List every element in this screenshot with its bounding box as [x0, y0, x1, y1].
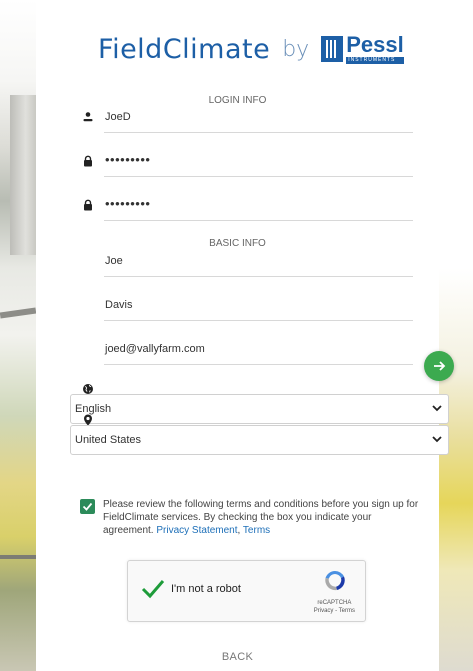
pessl-logo-icon [321, 36, 344, 62]
recaptcha-label: I'm not a robot [171, 583, 241, 595]
logo-pessl: Pessl INSTRUMENTS [321, 34, 404, 64]
back-button[interactable]: BACK [36, 651, 439, 663]
first-name-value: Joe [105, 255, 123, 267]
checkmark-icon [82, 502, 93, 511]
logo-fieldclimate: FieldClimate [98, 33, 271, 65]
country-select[interactable]: United States [70, 425, 449, 455]
registration-card: FieldClimate by Pessl INSTRUMENTS LOGIN … [36, 0, 449, 671]
confirm-password-value: ••••••••• [105, 196, 151, 211]
recaptcha-links[interactable]: Privacy - Terms [314, 607, 355, 615]
background-image-left [0, 0, 37, 671]
pessl-name: Pessl [346, 32, 404, 57]
recaptcha-brand: reCAPTCHA [317, 600, 352, 606]
checkmark-icon [141, 580, 165, 599]
logo-by: by [282, 36, 310, 62]
language-select[interactable]: English [70, 394, 449, 424]
user-icon [83, 112, 93, 122]
username-value: JoeD [105, 111, 131, 123]
username-field[interactable]: JoeD [83, 102, 413, 133]
terms-separator: , [237, 525, 241, 536]
chevron-down-icon [432, 405, 442, 412]
password-value: ••••••••• [105, 152, 151, 167]
chevron-down-icon [432, 436, 442, 443]
arrow-right-icon [434, 361, 446, 371]
recaptcha-icon [325, 570, 345, 591]
background-image-right [439, 0, 473, 671]
email-field[interactable]: joed@vallyfarm.com [104, 334, 413, 365]
lock-icon [84, 199, 92, 211]
recaptcha-widget[interactable]: I'm not a robot reCAPTCHA Privacy - Term… [127, 560, 366, 622]
last-name-field[interactable]: Davis [104, 290, 413, 321]
first-name-field[interactable]: Joe [104, 246, 413, 277]
background-bar [0, 307, 37, 319]
country-value: United States [75, 434, 142, 446]
logo: FieldClimate by Pessl INSTRUMENTS [98, 26, 404, 72]
terms-text: Please review the following terms and co… [103, 498, 423, 537]
email-value: joed@vallyfarm.com [105, 343, 205, 355]
lock-icon [84, 155, 92, 167]
terms-link[interactable]: Terms [243, 525, 270, 536]
weather-station-post [10, 95, 36, 255]
last-name-value: Davis [105, 299, 133, 311]
pessl-subtitle: INSTRUMENTS [346, 57, 404, 64]
privacy-statement-link[interactable]: Privacy Statement [156, 525, 237, 536]
next-button[interactable] [424, 351, 454, 381]
confirm-password-field[interactable]: ••••••••• [84, 190, 413, 221]
terms-checkbox[interactable] [80, 499, 95, 514]
background-bar [0, 555, 36, 559]
password-field[interactable]: ••••••••• [84, 146, 413, 177]
